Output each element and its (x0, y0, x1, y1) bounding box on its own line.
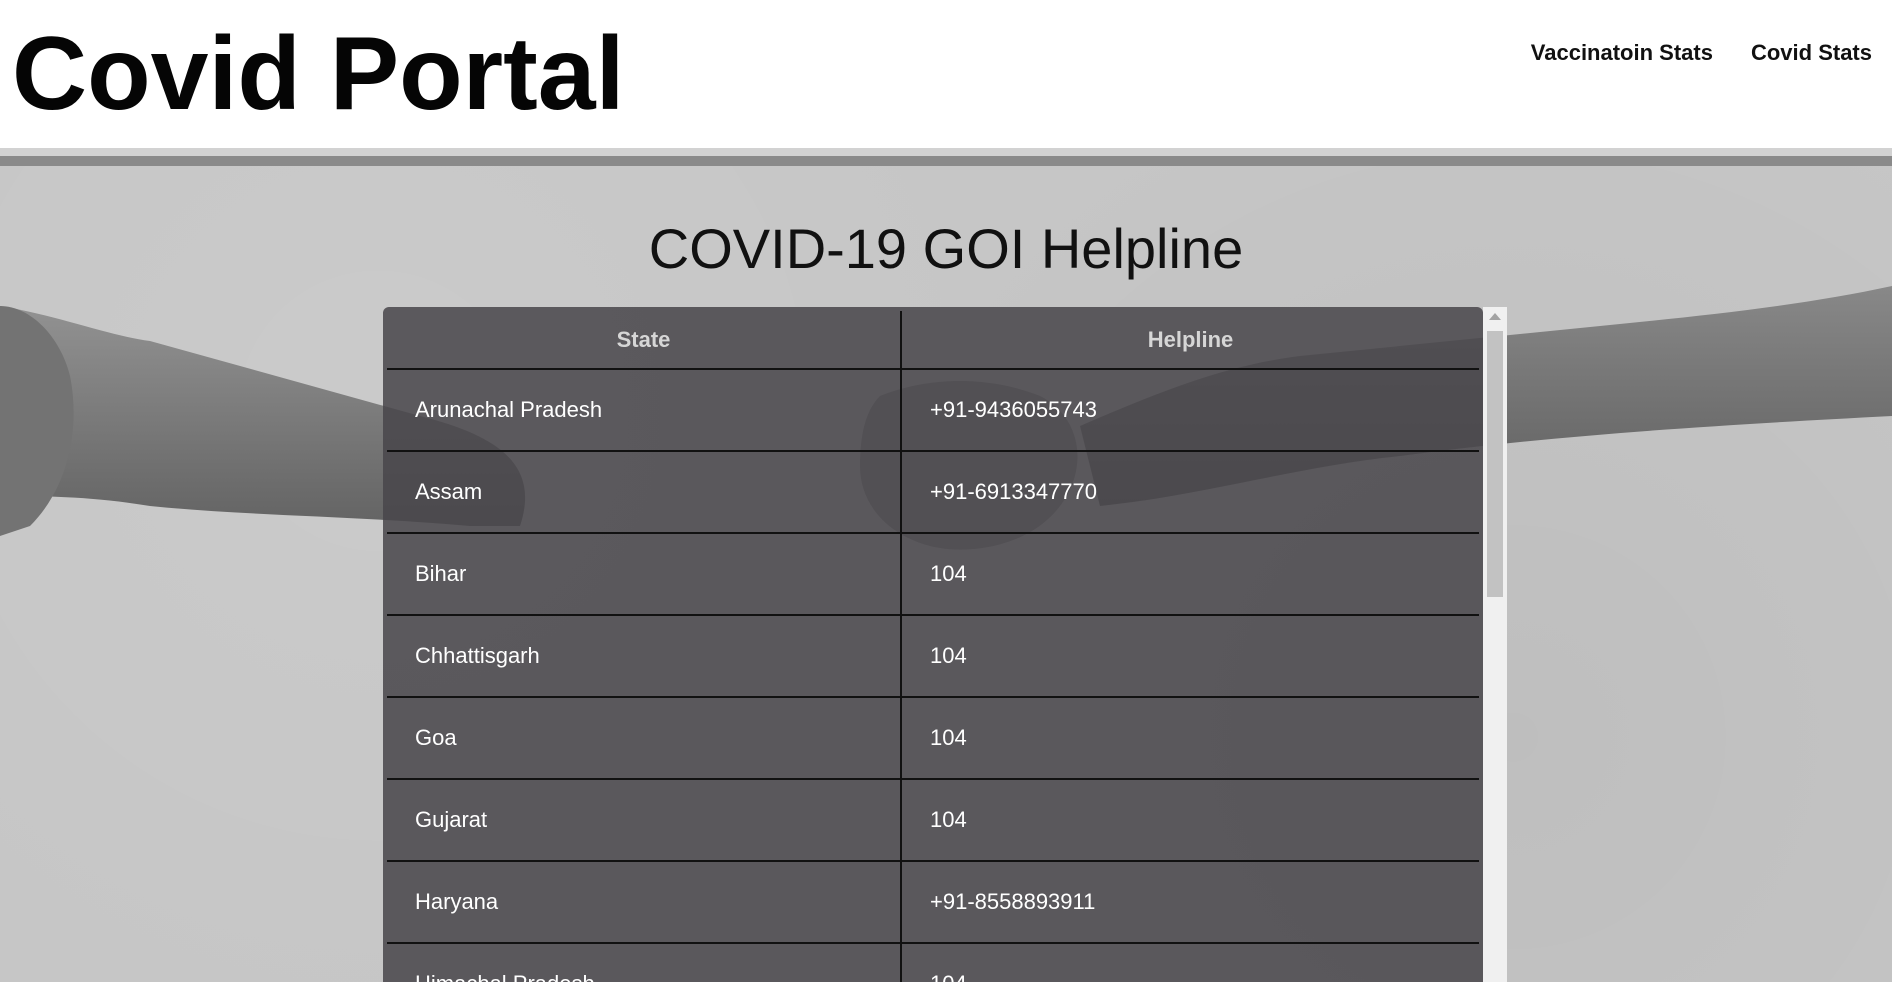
helpline-cell: 104 (901, 697, 1479, 780)
site-brand[interactable]: Covid Portal (12, 22, 625, 126)
state-cell: Assam (387, 451, 902, 534)
table-scrollbar[interactable] (1483, 307, 1507, 982)
top-nav: Vaccinatoin Stats Covid Stats (1531, 40, 1872, 66)
state-cell: Bihar (387, 533, 902, 616)
header-divider (0, 156, 1892, 166)
state-cell: Goa (387, 697, 902, 780)
site-header: Covid Portal Vaccinatoin Stats Covid Sta… (0, 0, 1892, 148)
state-cell: Arunachal Pradesh (387, 369, 902, 452)
table-row: Gujarat 104 (387, 779, 1479, 862)
column-header-state: State (387, 311, 902, 370)
helpline-cell: 104 (901, 533, 1479, 616)
nav-vaccination-stats[interactable]: Vaccinatoin Stats (1531, 40, 1713, 66)
table-row: Bihar 104 (387, 533, 1479, 616)
state-cell: Haryana (387, 861, 902, 944)
header-divider-light (0, 148, 1892, 156)
column-header-helpline: Helpline (901, 311, 1479, 370)
state-cell: Himachal Pradesh (387, 943, 902, 982)
state-cell: Chhattisgarh (387, 615, 902, 698)
table-row: Arunachal Pradesh +91-9436055743 (387, 369, 1479, 452)
helpline-table: State Helpline Arunachal Pradesh +91-943… (387, 311, 1479, 982)
table-row: Assam +91-6913347770 (387, 451, 1479, 534)
helpline-cell: 104 (901, 615, 1479, 698)
table-row: Goa 104 (387, 697, 1479, 780)
helpline-cell: 104 (901, 779, 1479, 862)
hero-section: COVID-19 GOI Helpline State Helpline Aru… (0, 166, 1892, 982)
nav-covid-stats[interactable]: Covid Stats (1751, 40, 1872, 66)
helpline-cell: +91-8558893911 (901, 861, 1479, 944)
helpline-cell: +91-9436055743 (901, 369, 1479, 452)
scroll-up-arrow-icon[interactable] (1489, 313, 1501, 320)
state-cell: Gujarat (387, 779, 902, 862)
helpline-cell: +91-6913347770 (901, 451, 1479, 534)
table-header-row: State Helpline (387, 311, 1479, 370)
scrollbar-thumb[interactable] (1487, 331, 1503, 597)
page-title: COVID-19 GOI Helpline (648, 217, 1244, 280)
table-row: Himachal Pradesh 104 (387, 943, 1479, 982)
table-row: Haryana +91-8558893911 (387, 861, 1479, 944)
table-row: Chhattisgarh 104 (387, 615, 1479, 698)
helpline-cell: 104 (901, 943, 1479, 982)
helpline-table-container[interactable]: State Helpline Arunachal Pradesh +91-943… (383, 307, 1483, 982)
